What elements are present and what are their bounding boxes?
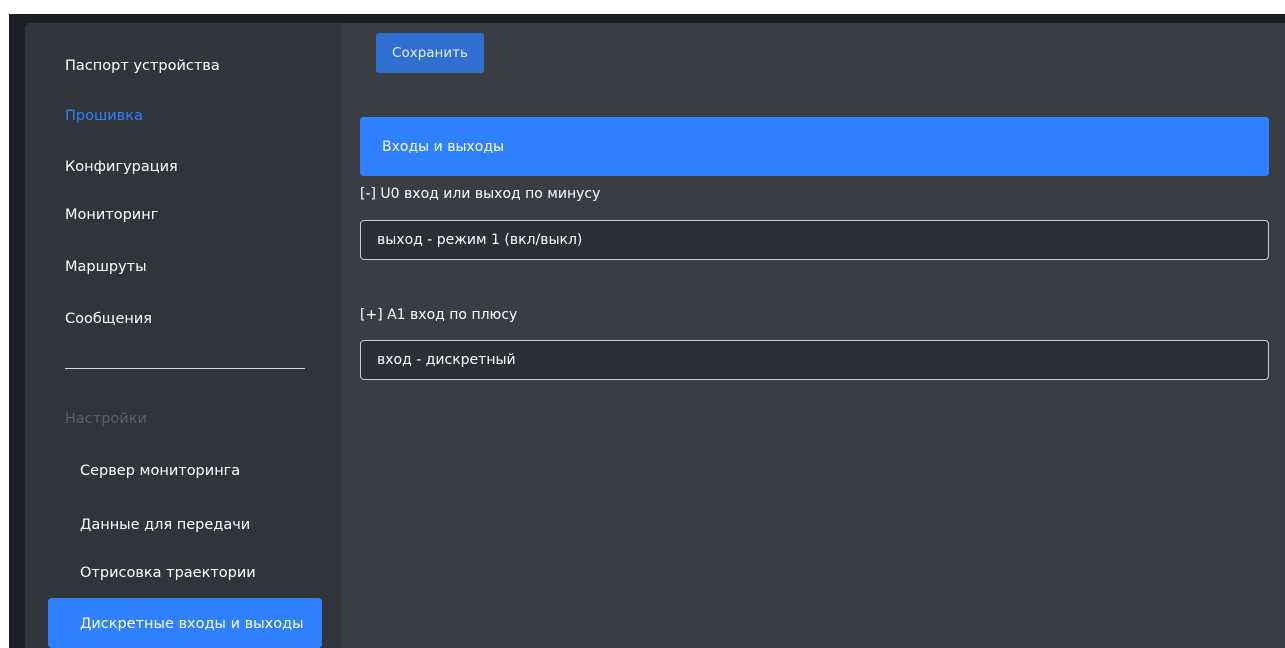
sidebar-item-monitoring-server[interactable]: Сервер мониторинга: [80, 463, 240, 479]
u0-mode-select[interactable]: выход - режим 1 (вкл/выкл): [360, 220, 1269, 260]
sidebar-item-device-passport[interactable]: Паспорт устройства: [65, 58, 220, 74]
sidebar-item-label: Дискретные входы и выходы: [80, 616, 304, 632]
a1-mode-select[interactable]: вход - дискретный: [360, 340, 1269, 380]
sidebar-item-trajectory-rendering[interactable]: Отрисовка траектории: [80, 565, 256, 581]
sidebar-item-firmware[interactable]: Прошивка: [65, 108, 143, 124]
sidebar-item-routes[interactable]: Маршруты: [65, 259, 147, 275]
sidebar-item-messages[interactable]: Сообщения: [65, 311, 152, 327]
settings-section-label: Настройки: [65, 411, 147, 427]
save-button[interactable]: Сохранить: [376, 33, 484, 73]
select-value: выход - режим 1 (вкл/выкл): [377, 232, 583, 248]
app-container: Паспорт устройства Прошивка Конфигурация…: [25, 23, 1285, 648]
sidebar-divider: [65, 368, 305, 369]
sidebar-item-discrete-io[interactable]: Дискретные входы и выходы: [48, 598, 322, 648]
sidebar-item-transmission-data[interactable]: Данные для передачи: [80, 517, 250, 533]
section-header: Входы и выходы: [360, 117, 1269, 176]
field-label-a1: [+] A1 вход по плюсу: [360, 307, 518, 323]
sidebar: Паспорт устройства Прошивка Конфигурация…: [25, 23, 341, 648]
sidebar-item-configuration[interactable]: Конфигурация: [65, 159, 178, 175]
field-label-u0: [-] U0 вход или выход по минусу: [360, 186, 601, 202]
select-value: вход - дискретный: [377, 352, 516, 368]
sidebar-item-monitoring[interactable]: Мониторинг: [65, 207, 158, 223]
section-title: Входы и выходы: [382, 139, 505, 155]
